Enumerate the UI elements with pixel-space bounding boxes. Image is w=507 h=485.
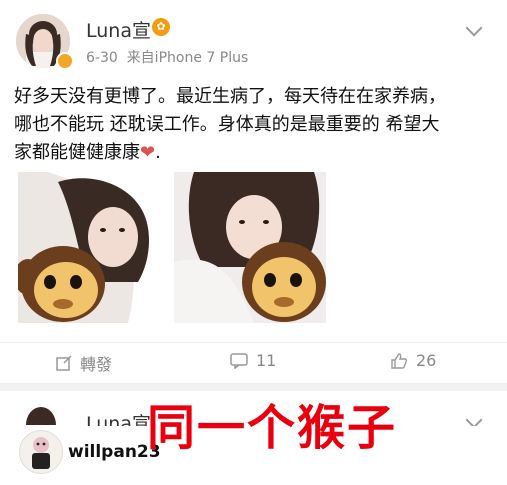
- post-device: 来自iPhone 7 Plus: [126, 50, 249, 66]
- overlay-title: 同一个猴子: [147, 400, 398, 456]
- comment-icon: [230, 352, 248, 369]
- repost-button[interactable]: 轉發: [56, 351, 112, 375]
- post-content-line: 家都能健健康康❤.: [14, 139, 494, 167]
- like-icon: [391, 352, 408, 369]
- post-header: Luna宣 ✿ 6-30 来自iPhone 7 Plus: [0, 0, 507, 75]
- vip-icon: ✿: [152, 18, 170, 36]
- post-time: 6-30: [86, 50, 118, 66]
- like-count: 26: [416, 351, 437, 370]
- watermark-avatar: [19, 430, 63, 474]
- post-content-line: 哪也不能玩 还耽误工作。身体真的是最重要的 希望大: [14, 114, 440, 135]
- user-avatar[interactable]: [14, 405, 68, 425]
- post-image-1[interactable]: [18, 172, 169, 323]
- heart-icon: ❤: [140, 142, 156, 163]
- repost-label: 轉發: [80, 355, 113, 374]
- post-image-2[interactable]: [174, 172, 326, 323]
- comment-button[interactable]: 11: [230, 351, 276, 370]
- post-content: 好多天没有更博了。最近生病了，每天待在在家养病， 哪也不能玩 还耽误工作。身体真…: [14, 83, 494, 167]
- post-content-text: .: [155, 142, 161, 163]
- post-content-line: 好多天没有更博了。最近生病了，每天待在在家养病，: [14, 86, 446, 107]
- post-content-text: 家都能健健康康: [14, 142, 140, 163]
- verified-badge-icon: [56, 52, 74, 70]
- comment-count: 11: [256, 351, 277, 370]
- post-username[interactable]: Luna宣: [86, 16, 151, 43]
- like-button[interactable]: 26: [390, 351, 436, 370]
- post-meta: 6-30 来自iPhone 7 Plus: [86, 47, 248, 67]
- post-actions: 轉發 11 26: [0, 342, 507, 383]
- chevron-down-icon[interactable]: [465, 19, 483, 37]
- repost-icon: [56, 355, 72, 371]
